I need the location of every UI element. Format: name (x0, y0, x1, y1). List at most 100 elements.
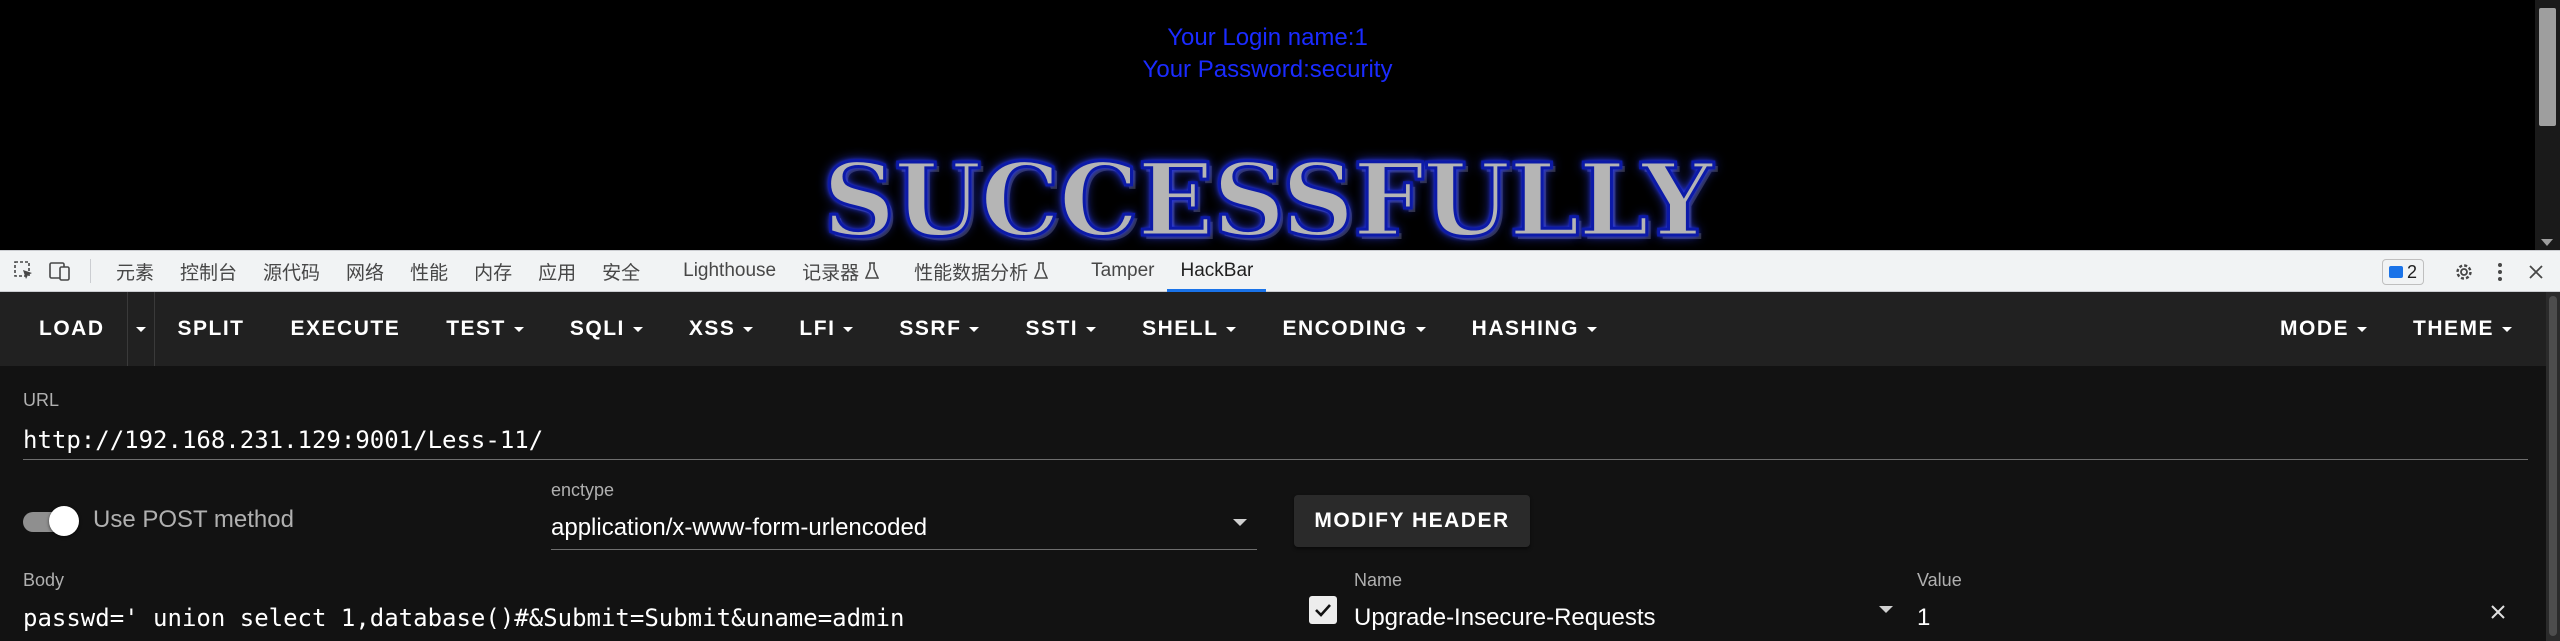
hackbar-scrollbar[interactable] (2546, 292, 2560, 641)
more-vert-icon[interactable] (2482, 254, 2518, 290)
scroll-down-arrow-icon[interactable] (2541, 239, 2553, 246)
post-method-label: Use POST method (93, 506, 294, 533)
theme-menu[interactable]: THEME (2390, 292, 2535, 366)
check-icon (1315, 604, 1331, 617)
lfi-menu[interactable]: LFI (776, 292, 876, 366)
execute-button[interactable]: EXECUTE (268, 292, 424, 366)
devtools-tab-bar: 元素 控制台 源代码 网络 性能 内存 应用 安全 Lighthouse 记录器… (0, 250, 2560, 292)
header-value-input[interactable]: 1 (1917, 604, 1930, 632)
split-button[interactable]: SPLIT (155, 292, 268, 366)
body-label: Body (23, 570, 65, 590)
chevron-down-icon (1415, 326, 1426, 332)
tab-memory[interactable]: 内存 (461, 250, 525, 292)
chevron-down-icon (2357, 326, 2367, 332)
mode-menu[interactable]: MODE (2257, 292, 2390, 366)
ssrf-menu[interactable]: SSRF (876, 292, 1002, 366)
lfi-menu-label: LFI (799, 317, 836, 340)
load-button[interactable]: LOAD (0, 292, 127, 366)
login-name-text: Your Login name:1 (1167, 24, 1368, 51)
tab-hackbar[interactable]: HackBar (1167, 250, 1267, 292)
tab-lighthouse[interactable]: Lighthouse (653, 250, 789, 292)
chevron-down-icon (2502, 326, 2512, 332)
page-viewport: Your Login name:1 Your Password:security… (0, 0, 2560, 250)
tab-recorder-label: 记录器 (802, 262, 860, 284)
tab-elements[interactable]: 元素 (103, 250, 167, 292)
remove-header-close-icon[interactable] (2484, 598, 2512, 626)
dropdown-arrow-icon[interactable] (1233, 519, 1247, 526)
mode-menu-label: MODE (2280, 317, 2349, 340)
flask-icon (1034, 262, 1049, 279)
chevron-down-icon (513, 326, 524, 332)
issues-icon (2388, 266, 2403, 278)
flask-icon (865, 262, 880, 279)
inspect-element-icon[interactable] (6, 253, 42, 289)
close-icon[interactable] (2518, 254, 2554, 290)
page-scrollbar[interactable] (2535, 0, 2560, 250)
encoding-menu[interactable]: ENCODING (1259, 292, 1448, 366)
hackbar-toolbar: LOAD SPLIT EXECUTE TEST SQLI XSS LFI SSR… (0, 292, 2560, 366)
sqli-menu[interactable]: SQLI (547, 292, 666, 366)
body-input[interactable]: passwd=' union select 1,database()#&Subm… (23, 604, 904, 632)
tab-sources[interactable]: 源代码 (250, 250, 333, 292)
tab-performance-insights-label: 性能数据分析 (914, 262, 1029, 284)
chevron-down-icon (743, 326, 754, 332)
tab-tamper[interactable]: Tamper (1061, 250, 1167, 292)
tab-console[interactable]: 控制台 (167, 250, 250, 292)
xss-menu[interactable]: XSS (666, 292, 777, 366)
toggle-knob (49, 506, 79, 536)
header-value-label: Value (1917, 570, 1962, 590)
shell-menu[interactable]: SHELL (1119, 292, 1259, 366)
toolbar-divider (90, 259, 91, 283)
issues-badge[interactable]: 2 (2381, 259, 2424, 285)
load-dropdown-toggle[interactable] (126, 292, 155, 366)
settings-gear-icon[interactable] (2446, 254, 2482, 290)
success-banner: SUCCESSFULLY (0, 141, 2535, 251)
chevron-down-icon (843, 326, 854, 332)
tab-application[interactable]: 应用 (525, 250, 589, 292)
xss-menu-label: XSS (688, 317, 736, 340)
header-name-label: Name (1354, 570, 1403, 590)
enctype-label: enctype (551, 480, 615, 500)
chevron-down-icon (969, 326, 980, 332)
issues-count: 2 (2406, 261, 2417, 282)
success-banner-text: SUCCESSFULLY (822, 141, 1715, 251)
url-label: URL (23, 390, 60, 410)
header-enabled-checkbox[interactable] (1309, 596, 1337, 624)
encoding-menu-label: ENCODING (1282, 317, 1408, 340)
hashing-menu[interactable]: HASHING (1449, 292, 1620, 366)
test-menu-label: TEST (446, 317, 506, 340)
header-name-select[interactable]: Upgrade-Insecure-Requests (1354, 604, 1656, 632)
sqli-menu-label: SQLI (569, 317, 625, 340)
post-method-toggle[interactable] (23, 506, 79, 536)
ssti-menu-label: SSTI (1025, 317, 1079, 340)
chevron-down-icon (1587, 326, 1597, 332)
password-text: Your Password:security (1142, 56, 1393, 83)
device-toolbar-icon[interactable] (42, 253, 78, 289)
login-info: Your Login name:1 Your Password:security (0, 22, 2535, 86)
chevron-down-icon (1086, 326, 1097, 332)
page-scrollbar-thumb[interactable] (2539, 8, 2556, 126)
devtools-right-controls: 2 (2381, 251, 2560, 293)
hashing-menu-label: HASHING (1471, 317, 1579, 340)
dropdown-arrow-icon[interactable] (1879, 606, 1893, 613)
tab-performance-insights[interactable]: 性能数据分析 (892, 250, 1061, 292)
tab-recorder[interactable]: 记录器 (789, 250, 892, 292)
tab-security[interactable]: 安全 (589, 250, 653, 292)
enctype-select[interactable]: application/x-www-form-urlencoded (551, 514, 927, 542)
url-input-underline (23, 459, 2528, 460)
theme-menu-label: THEME (2413, 317, 2494, 340)
tab-network[interactable]: 网络 (333, 250, 397, 292)
url-input[interactable]: http://192.168.231.129:9001/Less-11/ (23, 426, 543, 454)
tab-performance[interactable]: 性能 (397, 250, 461, 292)
hackbar-panel: URL http://192.168.231.129:9001/Less-11/… (0, 366, 2546, 641)
chevron-down-icon (632, 326, 643, 332)
ssti-menu[interactable]: SSTI (1002, 292, 1119, 366)
modify-header-button[interactable]: MODIFY HEADER (1294, 495, 1530, 547)
hackbar-scrollbar-thumb[interactable] (2549, 296, 2557, 636)
shell-menu-label: SHELL (1142, 317, 1219, 340)
chevron-down-icon (135, 326, 146, 332)
enctype-underline (551, 549, 1257, 550)
toolbar-right-group: MODE THEME (2257, 292, 2535, 366)
test-menu[interactable]: TEST (423, 292, 547, 366)
ssrf-menu-label: SSRF (899, 317, 962, 340)
